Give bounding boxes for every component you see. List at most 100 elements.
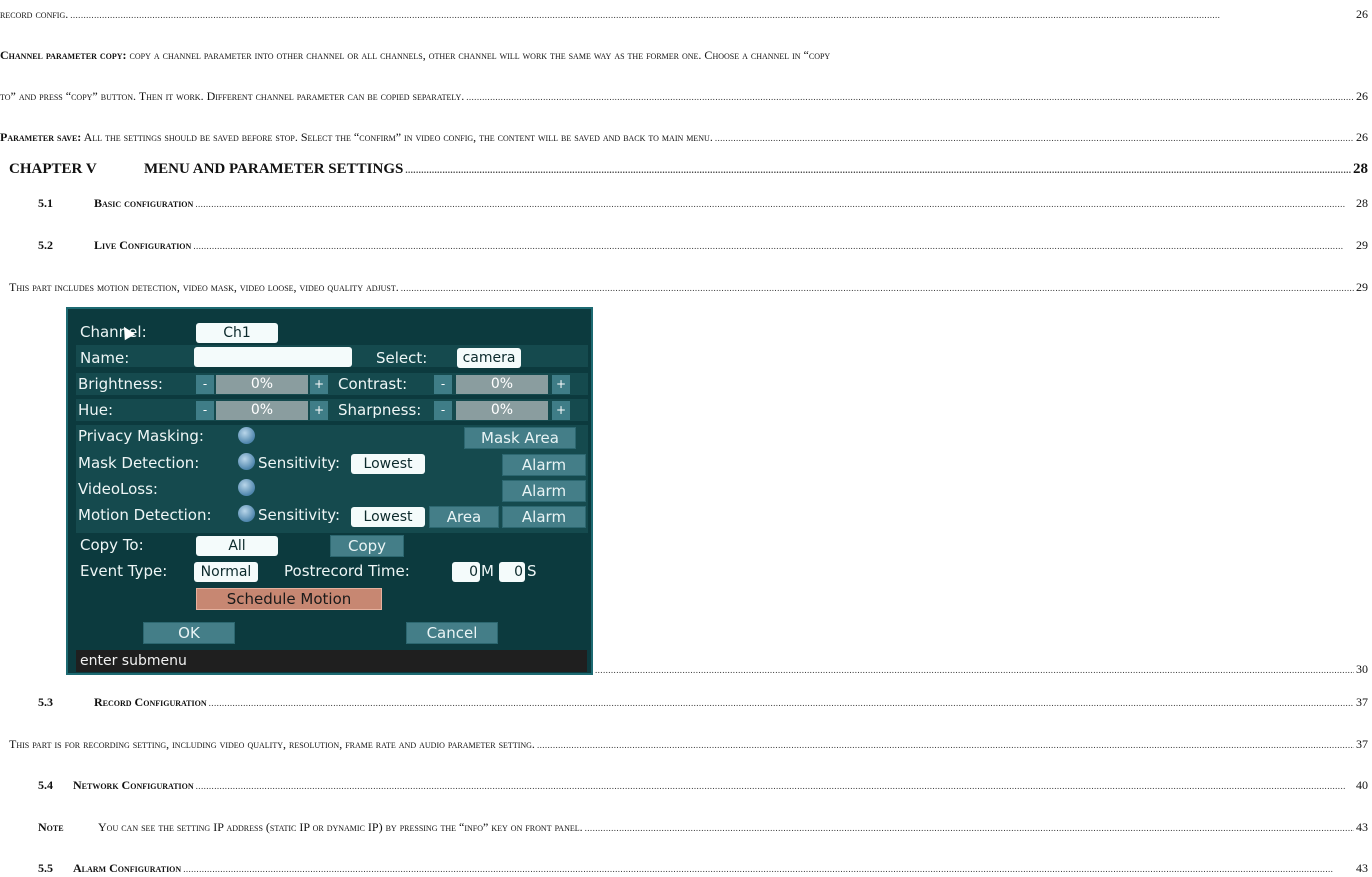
section-title: Alarm Configuration (73, 861, 182, 875)
section-number: 5.4 (38, 778, 53, 792)
chapter-number: CHAPTER V (9, 161, 97, 177)
videoloss-alarm-button[interactable]: Alarm (502, 480, 586, 502)
toc-section-5-1[interactable]: 5.1 Basic configuration 28 (38, 196, 1372, 211)
contrast-plus-button[interactable]: + (552, 375, 570, 394)
postrecord-minutes-field[interactable]: 0 (452, 562, 480, 582)
page-number: 30 (1356, 662, 1368, 676)
schedule-motion-button[interactable]: Schedule Motion (196, 588, 382, 610)
sharpness-minus-button[interactable]: - (434, 401, 452, 420)
motion-area-button[interactable]: Area (429, 506, 499, 528)
leader-dots (595, 662, 1354, 677)
event-type-label: Event Type: (80, 562, 168, 580)
page-number: 43 (1356, 820, 1368, 834)
name-label: Name: (80, 349, 130, 367)
toc-entry-note[interactable]: Note You can see the setting IP address (… (0, 820, 1372, 835)
page-number: 43 (1356, 861, 1368, 875)
minutes-unit: M (481, 562, 494, 580)
leader-dots (466, 89, 1354, 104)
toc-chapter-5[interactable]: CHAPTER V MENU AND PARAMETER SETTINGS 28 (9, 161, 1372, 178)
motion-sensitivity-label: Sensitivity: (258, 506, 341, 524)
page-number: 40 (1356, 778, 1368, 792)
page-number: 37 (1356, 695, 1368, 709)
sharpness-value: 0% (456, 401, 548, 420)
toc-entry-parameter-save[interactable]: Parameter save: All the settings should … (0, 130, 1372, 145)
seconds-unit: S (527, 562, 537, 580)
sharpness-plus-button[interactable]: + (552, 401, 570, 420)
mask-alarm-button[interactable]: Alarm (502, 454, 586, 476)
name-field[interactable] (194, 347, 352, 367)
leader-dots (193, 238, 1354, 253)
sharpness-label: Sharpness: (338, 401, 422, 419)
ok-button[interactable]: OK (143, 622, 235, 644)
section-number: 5.3 (38, 695, 53, 709)
postrecord-seconds-field[interactable]: 0 (499, 562, 525, 582)
toc-entry-record-desc[interactable]: This part is for recording setting, incl… (0, 737, 1372, 752)
brightness-label: Brightness: (78, 375, 163, 393)
dvr-live-config-panel: Channel: Ch1 Name: Select: camera Bright… (66, 307, 593, 675)
hue-plus-button[interactable]: + (310, 401, 328, 420)
videoloss-label: VideoLoss: (78, 480, 158, 498)
brightness-plus-button[interactable]: + (310, 375, 328, 394)
toc-entry-text: This part includes motion detection, vid… (9, 280, 399, 294)
channel-field[interactable]: Ch1 (196, 323, 278, 343)
page-number: 28 (1353, 161, 1368, 177)
page-number: 26 (1356, 130, 1368, 144)
contrast-value: 0% (456, 375, 548, 394)
mask-area-button[interactable]: Mask Area (464, 427, 576, 449)
section-number: 5.2 (38, 238, 53, 252)
toc-entry-live-desc[interactable]: This part includes motion detection, vid… (0, 280, 1372, 295)
toc-section-5-3[interactable]: 5.3 Record Configuration 37 (38, 695, 1372, 710)
toc-section-5-5[interactable]: 5.5 Alarm Configuration 43 (38, 861, 1372, 876)
contrast-minus-button[interactable]: - (434, 375, 452, 394)
mask-sensitivity-label: Sensitivity: (258, 454, 341, 472)
hue-value: 0% (216, 401, 308, 420)
brightness-minus-button[interactable]: - (196, 375, 214, 394)
mask-sensitivity-field[interactable]: Lowest (351, 454, 425, 474)
page-number: 37 (1356, 737, 1368, 751)
status-bar: enter submenu (76, 650, 587, 672)
toc-entry-text: record config. (0, 7, 69, 21)
section-title: Record Configuration (94, 695, 207, 709)
videoloss-toggle[interactable] (238, 479, 255, 496)
leader-dots (196, 778, 1354, 793)
page-number: 29 (1356, 280, 1368, 294)
event-type-field[interactable]: Normal (194, 562, 258, 582)
toc-entry-channel-copy[interactable]: Channel parameter copy: copy a channel p… (0, 48, 1372, 63)
contrast-label: Contrast: (338, 375, 408, 393)
section-title: Network Configuration (73, 778, 194, 792)
entry-heading: Parameter save: (0, 130, 82, 144)
toc-entry-text: All the settings should be saved before … (81, 130, 713, 144)
toc-entry-text: You can see the setting IP address (stat… (98, 820, 583, 834)
motion-alarm-button[interactable]: Alarm (502, 506, 586, 528)
toc-entry-text: This part is for recording setting, incl… (9, 737, 535, 751)
toc-entry-channel-copy-cont[interactable]: to” and press “copy” button. Then it wor… (0, 89, 1372, 104)
hue-label: Hue: (78, 401, 114, 419)
motion-detection-label: Motion Detection: (78, 506, 212, 524)
leader-dots (70, 7, 1354, 22)
select-field[interactable]: camera (457, 348, 521, 368)
leader-dots (183, 861, 1354, 876)
leader-dots (405, 161, 1351, 178)
hue-minus-button[interactable]: - (196, 401, 214, 420)
toc-section-5-2[interactable]: 5.2 Live Configuration 29 (38, 238, 1372, 253)
copy-button[interactable]: Copy (330, 535, 404, 557)
select-label: Select: (376, 349, 428, 367)
leader-dots (195, 196, 1354, 211)
toc-entry-record-config[interactable]: record config. 26 (0, 7, 1372, 22)
motion-sensitivity-field[interactable]: Lowest (351, 507, 425, 527)
leader-dots (401, 280, 1354, 295)
cancel-button[interactable]: Cancel (406, 622, 498, 644)
leader-dots (209, 695, 1354, 710)
copy-to-field[interactable]: All (196, 536, 278, 556)
leader-dots (537, 737, 1354, 752)
section-title: Basic configuration (94, 196, 194, 210)
toc-entry-image[interactable]: 30 (593, 662, 1372, 677)
page-number: 26 (1356, 89, 1368, 103)
toc-entry-text: copy a channel parameter into other chan… (126, 48, 831, 62)
privacy-masking-toggle[interactable] (238, 427, 255, 444)
mask-detection-toggle[interactable] (238, 453, 255, 470)
motion-detection-toggle[interactable] (238, 505, 255, 522)
mask-detection-label: Mask Detection: (78, 454, 200, 472)
toc-section-5-4[interactable]: 5.4 Network Configuration 40 (38, 778, 1372, 793)
section-number: 5.5 (38, 861, 53, 875)
